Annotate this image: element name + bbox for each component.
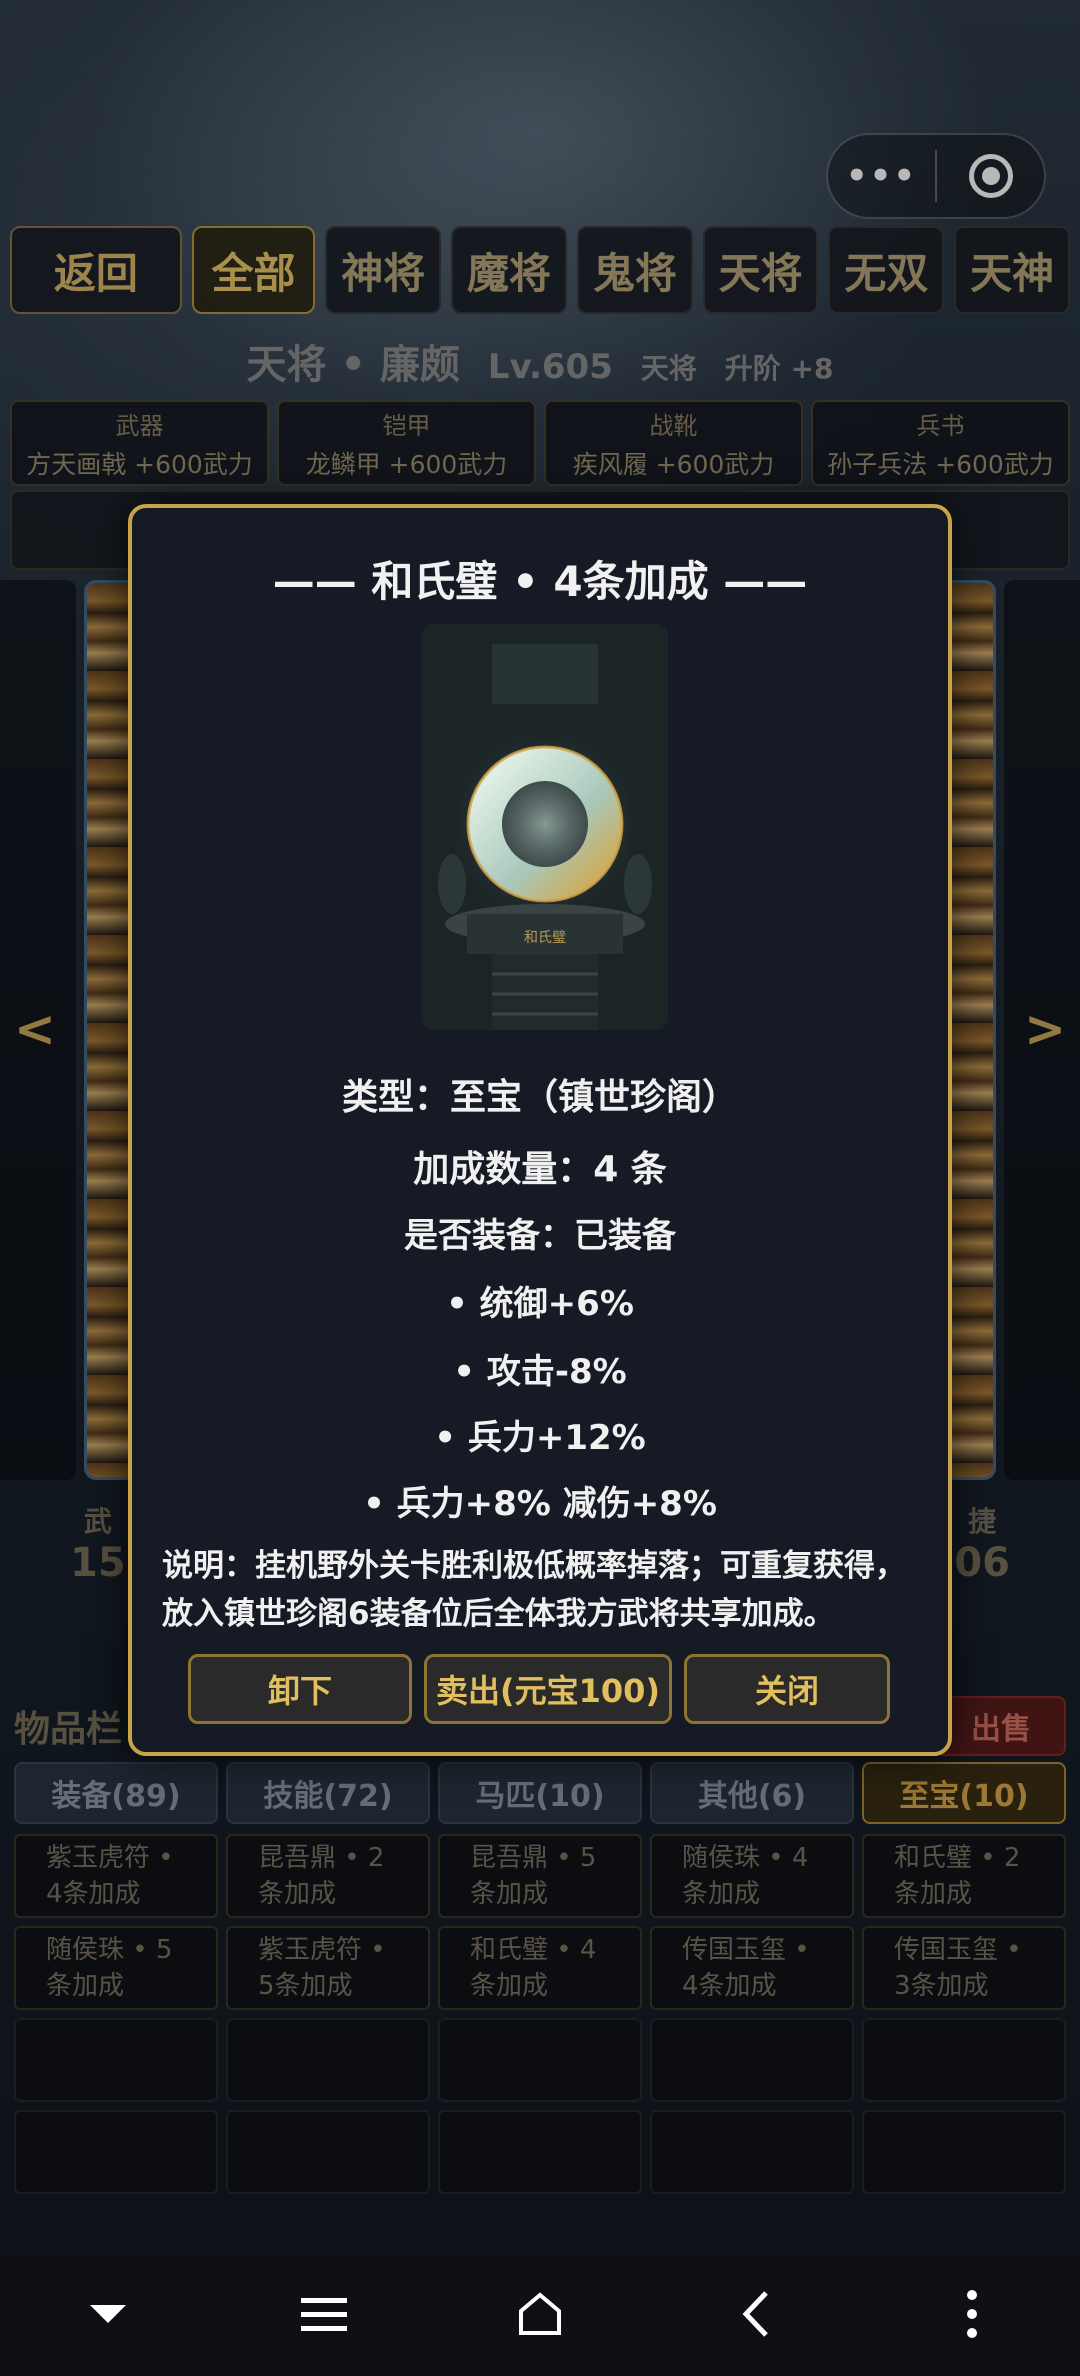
- unequip-button[interactable]: 卸下: [188, 1654, 412, 1724]
- bonus-item: • 攻击-8%: [453, 1352, 627, 1392]
- sell-for-yuanbao-button[interactable]: 卖出(元宝100): [424, 1654, 672, 1724]
- treasure-type: 类型：至宝（镇世珍阁）: [341, 1077, 738, 1118]
- image-caption: 和氏璧: [524, 929, 566, 946]
- treasure-description: 说明：挂机野外关卡胜利极低概率掉落；可重复获得，放入镇世珍阁6装备位后全体我方武…: [162, 1548, 906, 1632]
- bonus-item: • 兵力+8% 减伤+8%: [363, 1484, 717, 1524]
- bonus-item: • 统御+6%: [446, 1284, 634, 1324]
- chevron-down-icon[interactable]: [68, 2274, 148, 2354]
- bonus-count: 加成数量：4 条: [413, 1149, 667, 1190]
- back-icon[interactable]: [716, 2274, 796, 2354]
- treasure-detail-modal: —— 和氏璧 • 4条加成 —— 和氏璧 类型：至宝（镇世珍阁） 加成数量：4 …: [128, 504, 952, 1756]
- more-vertical-icon[interactable]: [932, 2274, 1012, 2354]
- close-modal-button[interactable]: 关闭: [684, 1654, 890, 1724]
- modal-actions: 卸下 卖出(元宝100) 关闭: [188, 1654, 892, 1724]
- modal-title: —— 和氏璧 • 4条加成 ——: [272, 557, 808, 606]
- jade-disc-illustration: 和氏璧: [422, 624, 668, 1030]
- menu-icon[interactable]: [284, 2274, 364, 2354]
- bonus-item: • 兵力+12%: [434, 1418, 646, 1458]
- treasure-image: 和氏璧: [422, 624, 668, 1030]
- home-icon[interactable]: [500, 2274, 580, 2354]
- equipped-status: 是否装备：已装备: [404, 1216, 676, 1256]
- system-navigation-bar: [0, 2252, 1080, 2376]
